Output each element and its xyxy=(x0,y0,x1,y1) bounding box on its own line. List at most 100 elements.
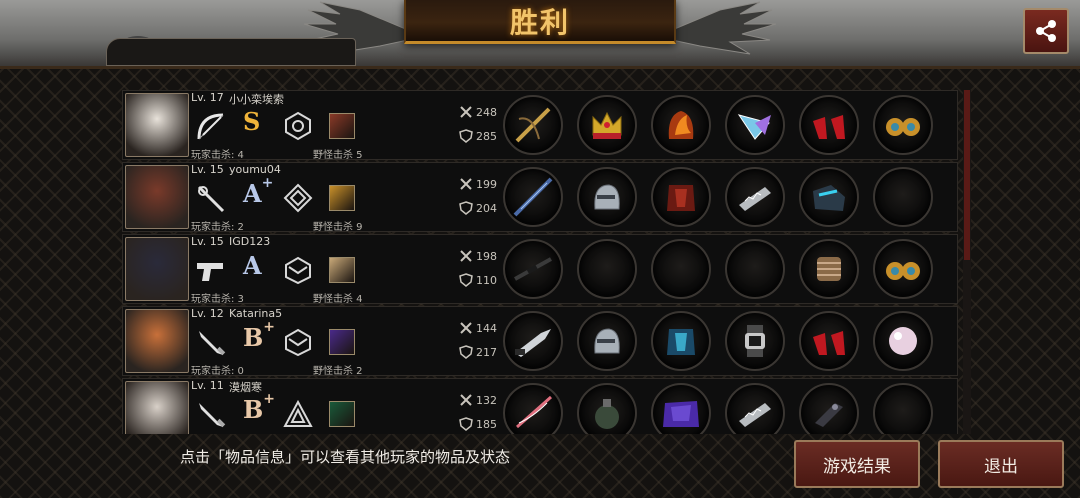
item-slot[interactable] xyxy=(503,311,563,371)
player-grade: B+ xyxy=(243,391,275,424)
bandage-arm-icon xyxy=(809,249,849,289)
exit-label: 退出 xyxy=(984,456,1018,477)
item-slot[interactable] xyxy=(799,239,859,299)
attack-value: 198 xyxy=(476,249,497,263)
item-slot[interactable] xyxy=(651,167,711,227)
player-avatar[interactable] xyxy=(125,165,189,229)
player-name: youmu04 xyxy=(229,163,281,176)
item-slot[interactable] xyxy=(873,239,933,299)
knife-icon xyxy=(193,325,229,361)
game-result-label: 游戏结果 xyxy=(823,456,891,477)
swords-icon xyxy=(460,106,472,118)
exit-button[interactable]: 退出 xyxy=(938,440,1064,488)
shield-icon xyxy=(459,417,473,431)
defense-value: 185 xyxy=(476,417,497,431)
flame-helmet-icon xyxy=(661,105,701,145)
scrollbar-thumb[interactable] xyxy=(964,90,970,260)
attack-stat: 199 xyxy=(459,177,497,191)
game-result-button[interactable]: 游戏结果 xyxy=(794,440,920,488)
grade-plus: + xyxy=(263,319,276,335)
item-slot[interactable] xyxy=(873,311,933,371)
defense-value: 217 xyxy=(476,345,497,359)
current-player-nameplate xyxy=(106,38,356,66)
player-grade: S xyxy=(243,107,260,136)
item-slot[interactable] xyxy=(577,311,637,371)
empty-item-slot[interactable] xyxy=(651,239,711,299)
swords-icon xyxy=(460,322,472,334)
wrist-watch-icon xyxy=(735,321,775,361)
item-slot[interactable] xyxy=(577,167,637,227)
attack-value: 132 xyxy=(476,393,497,407)
monster-kills: 野怪击杀 5 xyxy=(313,150,363,161)
attack-stat: 132 xyxy=(459,393,497,407)
defense-value: 285 xyxy=(476,129,497,143)
item-slot[interactable] xyxy=(577,95,637,155)
item-slot[interactable] xyxy=(503,383,563,434)
crown-icon xyxy=(587,105,627,145)
empty-item-slot[interactable] xyxy=(725,239,785,299)
pearl-icon xyxy=(883,321,923,361)
player-avatar[interactable] xyxy=(125,309,189,373)
item-slot[interactable] xyxy=(651,383,711,434)
monster-icon xyxy=(329,113,355,139)
steel-helmet-icon xyxy=(587,321,627,361)
item-slot[interactable] xyxy=(725,383,785,434)
item-slot[interactable] xyxy=(799,383,859,434)
shield-icon xyxy=(459,273,473,287)
rapier-icon xyxy=(193,181,229,217)
item-slot[interactable] xyxy=(503,167,563,227)
item-slot[interactable] xyxy=(503,239,563,299)
player-list[interactable]: Lv. 17 小小栾埃索 S 玩家击杀: 4 野怪击杀 5 248 285 Lv. 15 you… xyxy=(122,90,958,434)
item-slot[interactable] xyxy=(873,95,933,155)
grenade-icon xyxy=(587,393,627,433)
player-kills: 玩家击杀: 4 xyxy=(191,150,244,161)
item-slot[interactable] xyxy=(577,383,637,434)
player-row[interactable]: Lv. 15 IGD123 A 玩家击杀: 3 野怪击杀 4 198 110 xyxy=(122,234,958,305)
player-grade: A xyxy=(243,251,262,280)
attack-stat: 144 xyxy=(459,321,497,335)
share-icon xyxy=(1036,20,1056,42)
grade-letter: B xyxy=(243,395,264,424)
rank-emblem-icon xyxy=(283,255,313,285)
player-avatar[interactable] xyxy=(125,381,189,434)
blue-armor-icon xyxy=(661,321,701,361)
gold-earrings-icon xyxy=(883,249,923,289)
combat-knife-icon xyxy=(513,321,553,361)
player-avatar[interactable] xyxy=(125,93,189,157)
title-plate: 胜利 xyxy=(404,0,676,44)
rank-emblem-icon xyxy=(283,399,313,429)
defense-stat: 285 xyxy=(459,129,497,143)
item-slot[interactable] xyxy=(799,311,859,371)
empty-item-slot[interactable] xyxy=(873,383,933,434)
player-kills: 玩家击杀: 0 xyxy=(191,366,244,377)
player-row[interactable]: Lv. 17 小小栾埃索 S 玩家击杀: 4 野怪击杀 5 248 285 xyxy=(122,90,958,161)
player-kills: 玩家击杀: 2 xyxy=(191,222,244,233)
item-slot[interactable] xyxy=(503,95,563,155)
grade-plus: + xyxy=(261,175,274,191)
bow-icon xyxy=(193,109,229,145)
rank-emblem-icon xyxy=(283,111,313,141)
red-heels-icon xyxy=(809,105,849,145)
steel-helmet-icon xyxy=(587,177,627,217)
player-row[interactable]: Lv. 15 youmu04 A+ 玩家击杀: 2 野怪击杀 9 199 204 xyxy=(122,162,958,233)
player-avatar[interactable] xyxy=(125,237,189,301)
empty-item-slot[interactable] xyxy=(577,239,637,299)
monster-icon xyxy=(329,329,355,355)
spiked-gauntlet-icon xyxy=(735,177,775,217)
spiked-gauntlet-icon xyxy=(735,393,775,433)
item-slot[interactable] xyxy=(725,311,785,371)
player-row[interactable]: Lv. 12 Katarina5 B+ 玩家击杀: 0 野怪击杀 2 144 217 xyxy=(122,306,958,377)
scrollbar[interactable] xyxy=(963,90,971,434)
item-slot[interactable] xyxy=(651,311,711,371)
empty-item-slot[interactable] xyxy=(873,167,933,227)
hint-text: 点击「物品信息」可以查看其他玩家的物品及状态 xyxy=(180,448,511,466)
item-slot[interactable] xyxy=(651,95,711,155)
defense-stat: 110 xyxy=(459,273,497,287)
share-button[interactable] xyxy=(1023,8,1069,54)
item-slot[interactable] xyxy=(725,95,785,155)
item-slot[interactable] xyxy=(799,95,859,155)
item-slot[interactable] xyxy=(799,167,859,227)
player-level: Lv. 12 xyxy=(191,307,224,320)
item-slot[interactable] xyxy=(725,167,785,227)
player-row[interactable]: Lv. 11 漠烟寒 B+ 132 185 xyxy=(122,378,958,434)
